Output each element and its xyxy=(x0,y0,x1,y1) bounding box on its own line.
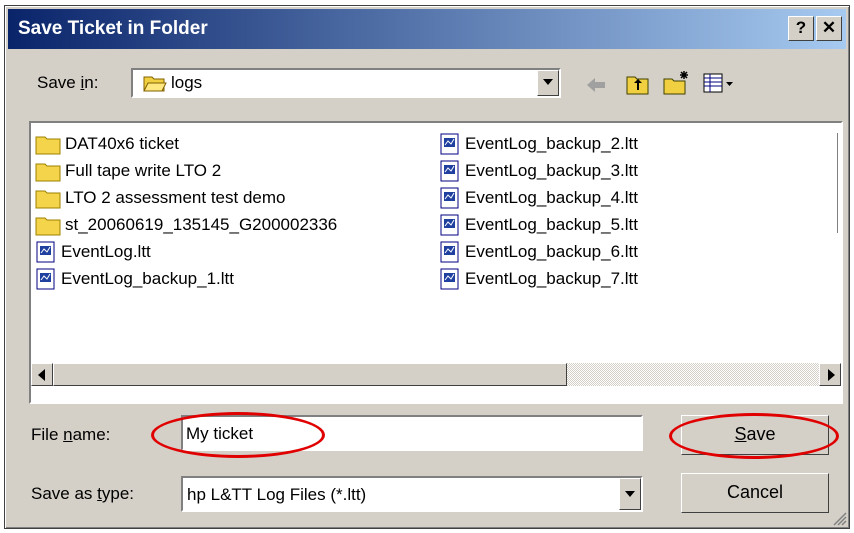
file-name-label: File name: xyxy=(31,425,111,444)
folder-icon xyxy=(35,217,61,236)
log-file-icon xyxy=(440,160,459,182)
list-item[interactable]: EventLog_backup_3.ltt xyxy=(439,158,638,184)
view-menu-icon[interactable] xyxy=(703,72,735,94)
log-file-icon xyxy=(440,214,459,236)
resize-grip-icon[interactable] xyxy=(831,510,847,526)
help-button[interactable]: ? xyxy=(788,16,814,41)
up-folder-icon[interactable] xyxy=(626,72,650,96)
log-file-icon xyxy=(440,133,459,155)
save-as-type-dropdown-button[interactable] xyxy=(619,478,641,510)
scroll-thumb[interactable] xyxy=(53,363,567,386)
chevron-right-icon xyxy=(828,369,835,381)
log-file-icon xyxy=(36,241,55,263)
save-in-combobox[interactable]: logs xyxy=(131,68,561,98)
list-item[interactable]: st_20060619_135145_G200002336 xyxy=(35,212,337,238)
back-arrow-icon[interactable] xyxy=(585,76,607,94)
file-list[interactable]: DAT40x6 ticket Full tape write LTO 2 LTO… xyxy=(29,121,843,404)
scroll-left-button[interactable] xyxy=(31,363,53,386)
scroll-right-button[interactable] xyxy=(819,363,841,386)
save-button[interactable]: Save xyxy=(681,415,829,455)
list-item[interactable]: DAT40x6 ticket xyxy=(35,131,179,157)
list-item[interactable]: EventLog_backup_7.ltt xyxy=(439,266,638,292)
cancel-button[interactable]: Cancel xyxy=(681,473,829,513)
title-bar[interactable]: Save Ticket in Folder ? ✕ xyxy=(8,9,846,49)
save-as-type-label: Save as type: xyxy=(31,484,135,503)
save-as-type-select[interactable]: hp L&TT Log Files (*.ltt) xyxy=(181,476,643,512)
scroll-track[interactable] xyxy=(567,363,819,386)
chevron-left-icon xyxy=(38,369,45,381)
log-file-icon xyxy=(440,241,459,263)
chevron-down-icon xyxy=(543,79,553,85)
list-item[interactable]: EventLog_backup_5.ltt xyxy=(439,212,638,238)
open-folder-icon xyxy=(143,76,167,92)
column-edge xyxy=(837,133,840,233)
save-in-label: Save in: xyxy=(37,73,99,92)
list-item[interactable]: EventLog_backup_2.ltt xyxy=(439,131,638,157)
list-item[interactable]: LTO 2 assessment test demo xyxy=(35,185,285,211)
save-dialog: Save Ticket in Folder ? ✕ Save in: logs xyxy=(4,5,850,529)
horizontal-scrollbar[interactable] xyxy=(31,363,841,386)
close-button[interactable]: ✕ xyxy=(816,16,842,41)
log-file-icon xyxy=(440,268,459,290)
window-title: Save Ticket in Folder xyxy=(18,18,208,39)
folder-icon xyxy=(35,136,61,155)
folder-icon xyxy=(35,190,61,209)
chevron-down-icon xyxy=(625,491,635,497)
list-item[interactable]: EventLog_backup_4.ltt xyxy=(439,185,638,211)
log-file-icon xyxy=(36,268,55,290)
list-item[interactable]: EventLog.ltt xyxy=(35,239,151,265)
new-folder-icon[interactable] xyxy=(663,70,691,96)
list-item[interactable]: Full tape write LTO 2 xyxy=(35,158,221,184)
folder-icon xyxy=(35,163,61,182)
list-item[interactable]: EventLog_backup_1.ltt xyxy=(35,266,234,292)
list-item[interactable]: EventLog_backup_6.ltt xyxy=(439,239,638,265)
log-file-icon xyxy=(440,187,459,209)
save-in-dropdown-button[interactable] xyxy=(537,70,559,96)
file-name-input[interactable]: My ticket xyxy=(181,415,643,451)
save-in-value: logs xyxy=(171,73,203,92)
